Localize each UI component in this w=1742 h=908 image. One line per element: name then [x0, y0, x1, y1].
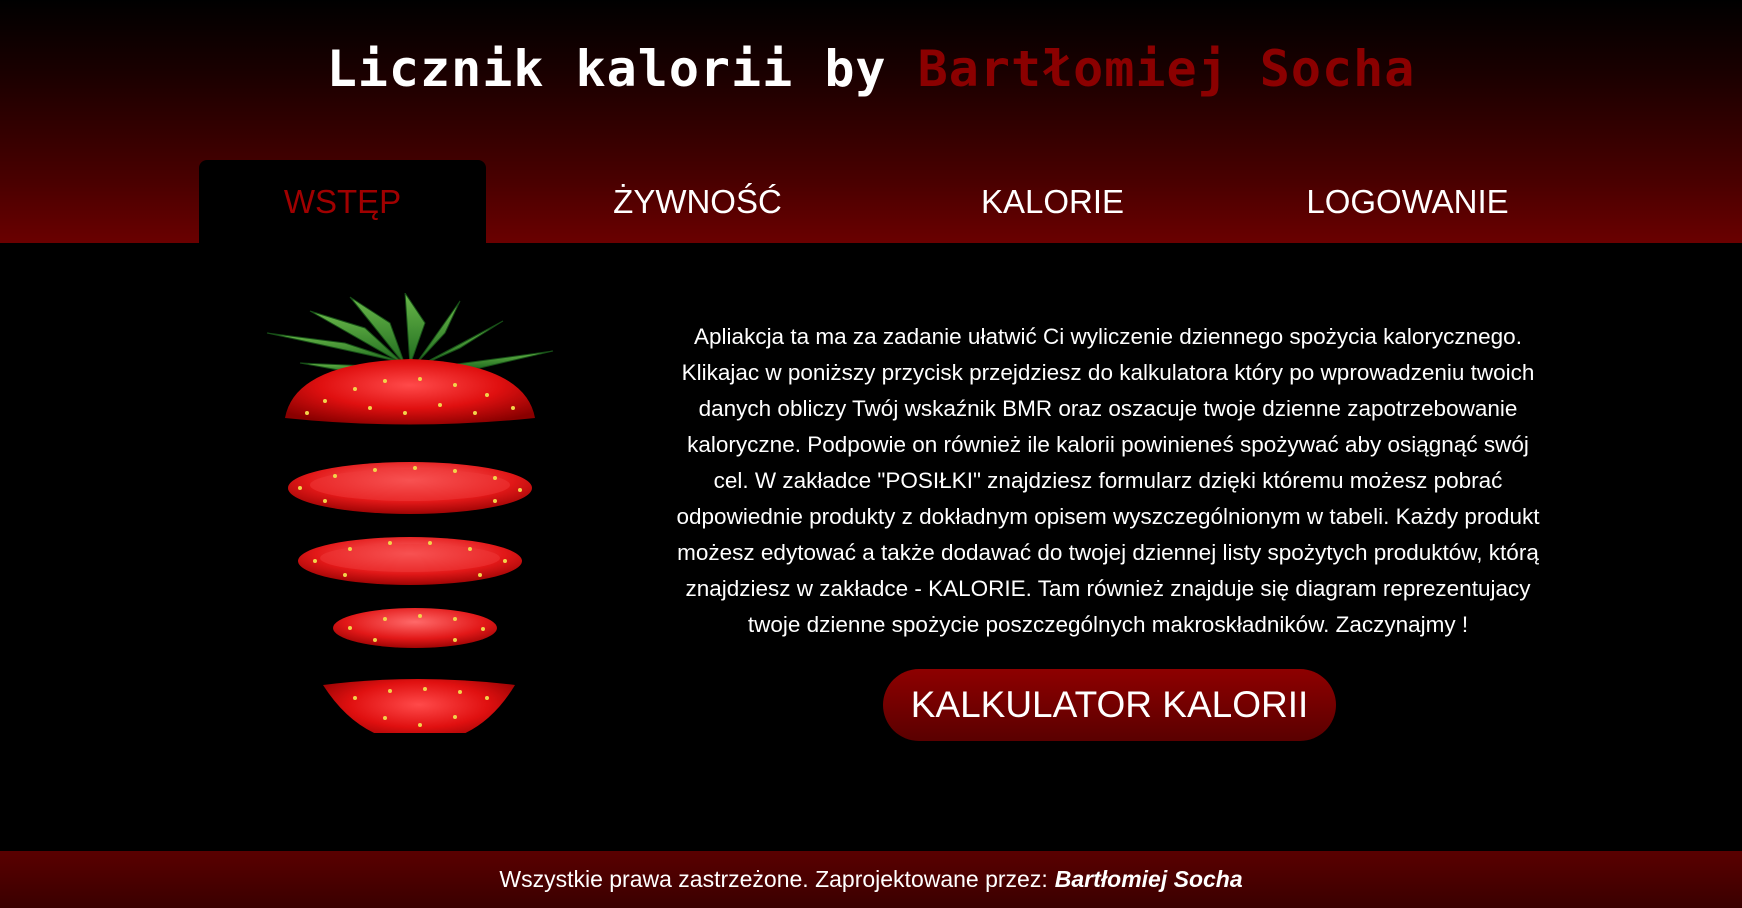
footer-author: Bartłomiej Socha — [1054, 866, 1243, 892]
main-nav: WSTĘP ŻYWNOŚĆ KALORIE LOGOWANIE — [199, 160, 1619, 243]
title-author: Bartłomiej Socha — [917, 40, 1416, 98]
page-title: Licznik kalorii by Bartłomiej Socha — [0, 40, 1742, 98]
title-prefix: Licznik kalorii by — [326, 40, 887, 98]
tab-wstep[interactable]: WSTĘP — [199, 160, 486, 243]
tab-zywnosc[interactable]: ŻYWNOŚĆ — [554, 160, 841, 243]
tab-logowanie[interactable]: LOGOWANIE — [1264, 160, 1551, 243]
header: Licznik kalorii by Bartłomiej Socha WSTĘ… — [0, 0, 1742, 243]
main-content: Apliakcja ta ma za zadanie ułatwić Ci wy… — [0, 243, 1742, 851]
calculator-button[interactable]: KALKULATOR KALORII — [883, 669, 1336, 741]
sliced-strawberry-image — [266, 293, 554, 733]
intro-text: Apliakcja ta ma za zadanie ułatwić Ci wy… — [676, 324, 1540, 637]
footer: Wszystkie prawa zastrzeżone. Zaprojektow… — [0, 851, 1742, 908]
tab-kalorie[interactable]: KALORIE — [909, 160, 1196, 243]
footer-text: Wszystkie prawa zastrzeżone. Zaprojektow… — [499, 866, 1048, 892]
